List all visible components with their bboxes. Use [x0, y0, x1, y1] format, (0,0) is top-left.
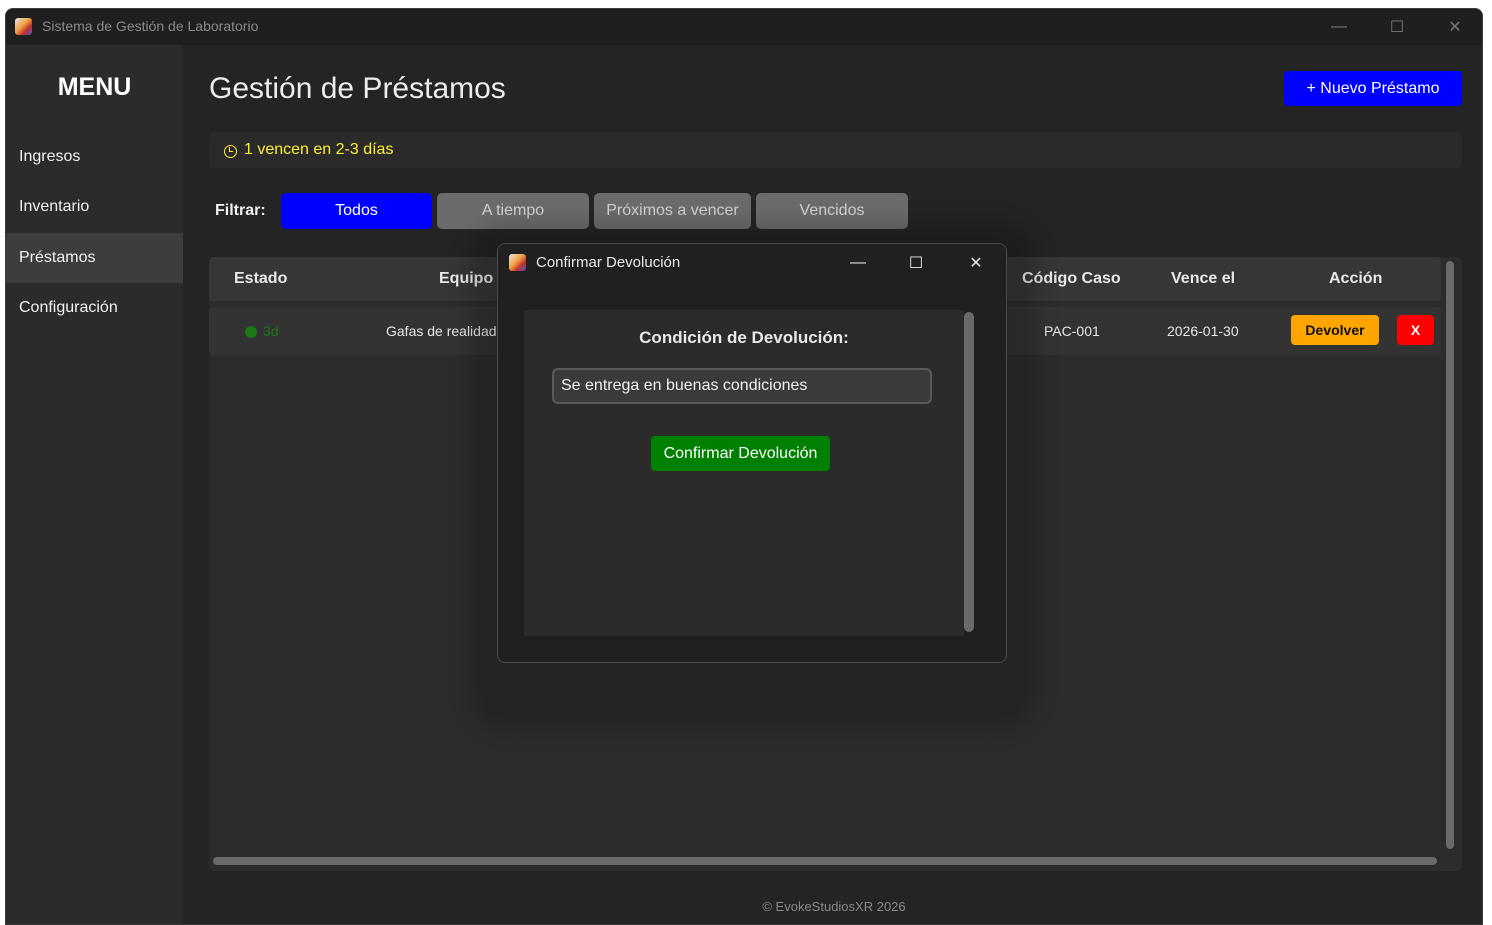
return-button[interactable]: Devolver	[1291, 315, 1379, 345]
sidebar-item-inventario[interactable]: Inventario	[6, 182, 183, 232]
dialog-minimize-button[interactable]: —	[829, 244, 887, 282]
dialog-close-button[interactable]: ✕	[947, 244, 1005, 282]
new-loan-button[interactable]: + Nuevo Préstamo	[1284, 71, 1462, 106]
sidebar-item-ingresos[interactable]: Ingresos	[6, 132, 183, 182]
sidebar-item-prestamos[interactable]: Préstamos	[6, 233, 183, 283]
page-title: Gestión de Préstamos	[209, 72, 506, 105]
status-dot-icon	[245, 326, 257, 338]
cell-vence: 2026-01-30	[1167, 323, 1239, 339]
confirm-return-button[interactable]: Confirmar Devolución	[651, 436, 830, 471]
delete-button[interactable]: X	[1397, 315, 1434, 345]
alert-text: 1 vencen en 2-3 días	[244, 141, 394, 158]
sidebar-item-configuracion[interactable]: Configuración	[6, 283, 183, 333]
sidebar: MENU Ingresos Inventario Préstamos Confi…	[6, 45, 183, 924]
app-logo-icon	[509, 254, 526, 271]
dialog-body: Condición de Devolución: Confirmar Devol…	[524, 310, 964, 636]
window-title: Sistema de Gestión de Laboratorio	[42, 18, 259, 34]
vertical-scrollbar[interactable]	[1446, 261, 1454, 849]
horizontal-scrollbar[interactable]	[213, 857, 1437, 865]
return-condition-label: Condición de Devolución:	[639, 328, 849, 347]
menu-title: MENU	[57, 73, 132, 101]
cell-codigo: PAC-001	[1044, 323, 1100, 339]
app-logo-icon	[15, 18, 32, 35]
dialog-scrollbar[interactable]	[964, 312, 974, 632]
dialog-maximize-button[interactable]: ☐	[887, 244, 945, 282]
column-estado: Estado	[234, 270, 288, 287]
column-accion: Acción	[1329, 270, 1383, 287]
footer-copyright: © EvokeStudiosXR 2026	[762, 899, 906, 914]
minimize-button[interactable]: —	[1310, 9, 1368, 45]
clock-icon	[224, 145, 237, 158]
maximize-button[interactable]: ☐	[1368, 9, 1426, 45]
filter-label: Filtrar:	[215, 202, 266, 219]
dialog-titlebar[interactable]: Confirmar Devolución — ☐ ✕	[498, 244, 1006, 282]
status-days: 3d	[263, 323, 279, 339]
confirm-return-dialog: Confirmar Devolución — ☐ ✕ Condición de …	[497, 243, 1007, 663]
close-button[interactable]: ✕	[1426, 9, 1482, 45]
window-titlebar[interactable]: Sistema de Gestión de Laboratorio — ☐ ✕	[6, 9, 1482, 45]
column-vence-el: Vence el	[1171, 270, 1236, 287]
dialog-title: Confirmar Devolución	[536, 254, 681, 271]
due-soon-alert: 1 vencen en 2-3 días	[209, 132, 1462, 168]
filter-todos-button[interactable]: Todos	[281, 193, 432, 229]
return-condition-input[interactable]	[552, 368, 932, 404]
